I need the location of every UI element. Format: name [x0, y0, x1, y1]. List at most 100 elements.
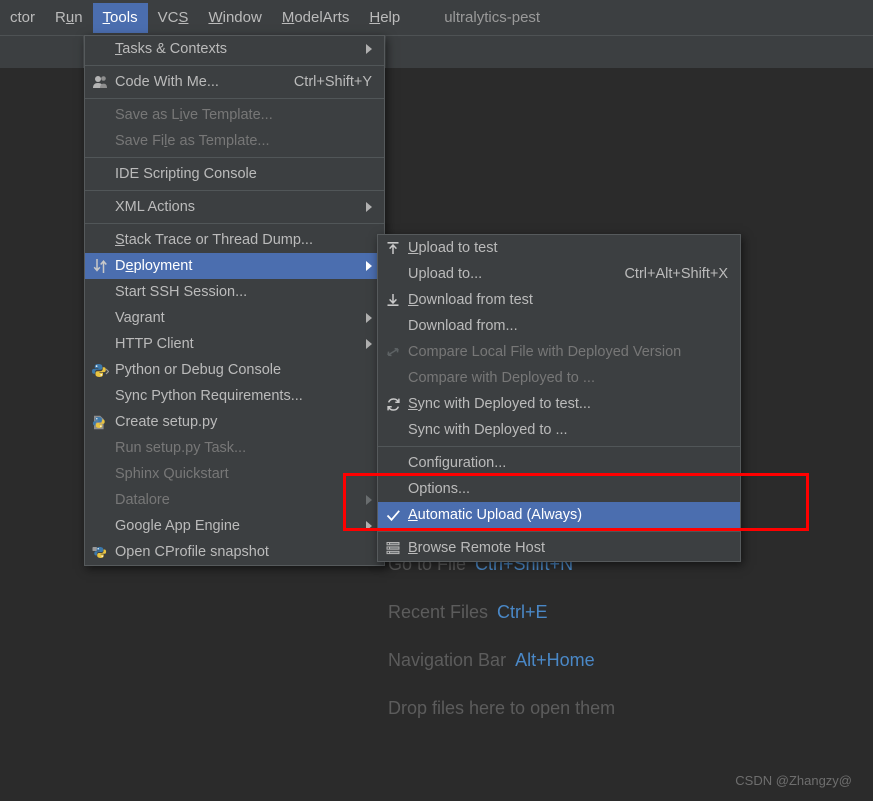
tools-menu-item-ide-scripting-console[interactable]: IDE Scripting Console: [85, 161, 384, 187]
no-icon-spacer: [85, 102, 115, 128]
deployment-menu-item-download-from[interactable]: Download from...: [378, 313, 740, 339]
tools-menu-item-label: Deployment: [115, 258, 193, 274]
tools-menu-item-start-ssh-session[interactable]: Start SSH Session...: [85, 279, 384, 305]
tools-menu-item-label: Vagrant: [115, 310, 165, 326]
python-file-icon: [85, 409, 115, 435]
watermark-text: CSDN @Zhangzy@: [735, 773, 852, 788]
deployment-menu-item-sync-with-deployed-to-test[interactable]: Sync with Deployed to test...: [378, 391, 740, 417]
menubar-item-window[interactable]: Window: [198, 3, 271, 33]
deployment-submenu[interactable]: Upload to test Upload to... Ctrl+Alt+Shift…: [377, 234, 741, 562]
no-icon-spacer: [85, 331, 115, 357]
tools-menu-item-label: Save File as Template...: [115, 133, 270, 149]
tools-menu-item-deployment[interactable]: Deployment: [85, 253, 384, 279]
no-icon-spacer: [85, 305, 115, 331]
no-icon-spacer: [85, 161, 115, 187]
people-icon: [85, 69, 115, 95]
menubar-item-help[interactable]: Help: [359, 3, 410, 33]
editor-hint-label: Drop files here to open them: [388, 698, 616, 718]
upload-icon: [378, 235, 408, 261]
tools-menu-item-open-cprofile-snapshot[interactable]: Open CProfile snapshot: [85, 539, 384, 565]
deployment-menu-item-label: Upload to test: [408, 240, 498, 256]
tools-menu-item-http-client[interactable]: HTTP Client: [85, 331, 384, 357]
deployment-menu-item-label: Download from...: [408, 318, 518, 334]
editor-hint-navigation-bar: Navigation Bar Alt+Home: [388, 636, 858, 684]
deployment-arrows-icon: [85, 253, 115, 279]
deployment-menu-item-options[interactable]: Options...: [378, 476, 740, 502]
deployment-menu-item-automatic-upload-always[interactable]: Automatic Upload (Always): [378, 502, 740, 528]
editor-hint-shortcut: Alt+Home: [515, 650, 595, 670]
tools-menu-item-label: Datalore: [115, 492, 170, 508]
tools-menu-item-label: XML Actions: [115, 199, 196, 215]
editor-hint-label: Navigation Bar: [388, 650, 507, 670]
project-name-label: ultralytics-pest: [444, 9, 541, 26]
tools-menu-item-sphinx-quickstart: Sphinx Quickstart: [85, 461, 384, 487]
deployment-menu-item-sync-with-deployed-to[interactable]: Sync with Deployed to ...: [378, 417, 740, 443]
check-icon: [378, 502, 408, 528]
deployment-menu-item-label: Upload to...: [408, 266, 483, 282]
no-icon-spacer: [85, 227, 115, 253]
tools-menu-item-xml-actions[interactable]: XML Actions: [85, 194, 384, 220]
no-icon-spacer: [378, 476, 408, 502]
tools-menu-item-create-setup-py[interactable]: Create setup.py: [85, 409, 384, 435]
deployment-menu-separator: [378, 446, 740, 447]
tools-menu-item-label: Python or Debug Console: [115, 362, 282, 378]
tools-menu-separator: [85, 65, 384, 66]
tools-menu-separator: [85, 157, 384, 158]
tools-menu-separator: [85, 223, 384, 224]
tools-menu-item-python-or-debug-console[interactable]: Python or Debug Console: [85, 357, 384, 383]
tools-menu-item-google-app-engine[interactable]: Google App Engine: [85, 513, 384, 539]
no-icon-spacer: [85, 383, 115, 409]
deployment-menu-item-browse-remote-host[interactable]: Browse Remote Host: [378, 535, 740, 561]
python-profile-icon: [85, 539, 115, 565]
tools-menu-item-label: HTTP Client: [115, 336, 194, 352]
deployment-menu-item-compare-local-file-with-deployed-version: Compare Local File with Deployed Version: [378, 339, 740, 365]
menubar-item-tools[interactable]: Tools: [92, 2, 148, 33]
tools-menu-item-label: Start SSH Session...: [115, 284, 248, 300]
deployment-menu-item-shortcut: Ctrl+Alt+Shift+X: [624, 266, 728, 282]
no-icon-spacer: [85, 279, 115, 305]
editor-hint-label: Recent Files: [388, 602, 489, 622]
tools-menu-item-vagrant[interactable]: Vagrant: [85, 305, 384, 331]
editor-hint-shortcut: Ctrl+E: [497, 602, 548, 622]
menubar-item-ctor[interactable]: ctor: [0, 3, 45, 33]
deployment-menu-item-upload-to-test[interactable]: Upload to test: [378, 235, 740, 261]
deployment-menu-item-configuration[interactable]: Configuration...: [378, 450, 740, 476]
remote-host-icon: [378, 535, 408, 561]
menubar-item-vcs[interactable]: VCS: [148, 3, 199, 33]
no-icon-spacer: [378, 261, 408, 287]
sync-icon: [378, 391, 408, 417]
tools-menu-separator: [85, 98, 384, 99]
tools-menu-item-code-with-me[interactable]: Code With Me... Ctrl+Shift+Y: [85, 69, 384, 95]
tools-menu-item-stack-trace-or-thread-dump[interactable]: Stack Trace or Thread Dump...: [85, 227, 384, 253]
tools-menu-item-label: Save as Live Template...: [115, 107, 273, 123]
tools-menu-item-sync-python-requirements[interactable]: Sync Python Requirements...: [85, 383, 384, 409]
deployment-menu-item-compare-with-deployed-to: Compare with Deployed to ...: [378, 365, 740, 391]
menubar-item-modelarts[interactable]: ModelArts: [272, 3, 360, 33]
tools-menu-item-label: Stack Trace or Thread Dump...: [115, 232, 313, 248]
tools-menu-item-tasks-contexts[interactable]: Tasks & Contexts: [85, 36, 384, 62]
editor-placeholder-hints: Go to File Ctrl+Shift+N Recent Files Ctrl+E…: [388, 540, 858, 732]
no-icon-spacer: [85, 194, 115, 220]
deployment-menu-item-upload-to[interactable]: Upload to... Ctrl+Alt+Shift+X: [378, 261, 740, 287]
deployment-menu-item-label: Sync with Deployed to ...: [408, 422, 568, 438]
tools-menu-item-save-file-as-template: Save File as Template...: [85, 128, 384, 154]
deployment-menu-item-label: Configuration...: [408, 455, 507, 471]
deployment-menu-item-label: Download from test: [408, 292, 533, 308]
deployment-menu-item-download-from-test[interactable]: Download from test: [378, 287, 740, 313]
tools-dropdown-menu[interactable]: Tasks & Contexts Code With Me... Ctrl+Shif…: [84, 35, 385, 566]
tools-menu-item-run-setup-py-task: Run setup.py Task...: [85, 435, 384, 461]
deployment-menu-item-label: Sync with Deployed to test...: [408, 396, 591, 412]
no-icon-spacer: [85, 128, 115, 154]
main-menu-bar: ctor Run Tools VCS Window ModelArts Help ultral…: [0, 0, 873, 35]
no-icon-spacer: [85, 435, 115, 461]
no-icon-spacer: [378, 417, 408, 443]
deployment-menu-separator: [378, 531, 740, 532]
tools-menu-item-datalore: Datalore: [85, 487, 384, 513]
no-icon-spacer: [378, 313, 408, 339]
menubar-item-run[interactable]: Run: [45, 3, 93, 33]
download-icon: [378, 287, 408, 313]
chevron-right-icon: [341, 44, 384, 54]
tools-menu-item-label: Run setup.py Task...: [115, 440, 247, 456]
ide-window: ctor Run Tools VCS Window ModelArts Help ultral…: [0, 0, 873, 801]
no-icon-spacer: [378, 365, 408, 391]
